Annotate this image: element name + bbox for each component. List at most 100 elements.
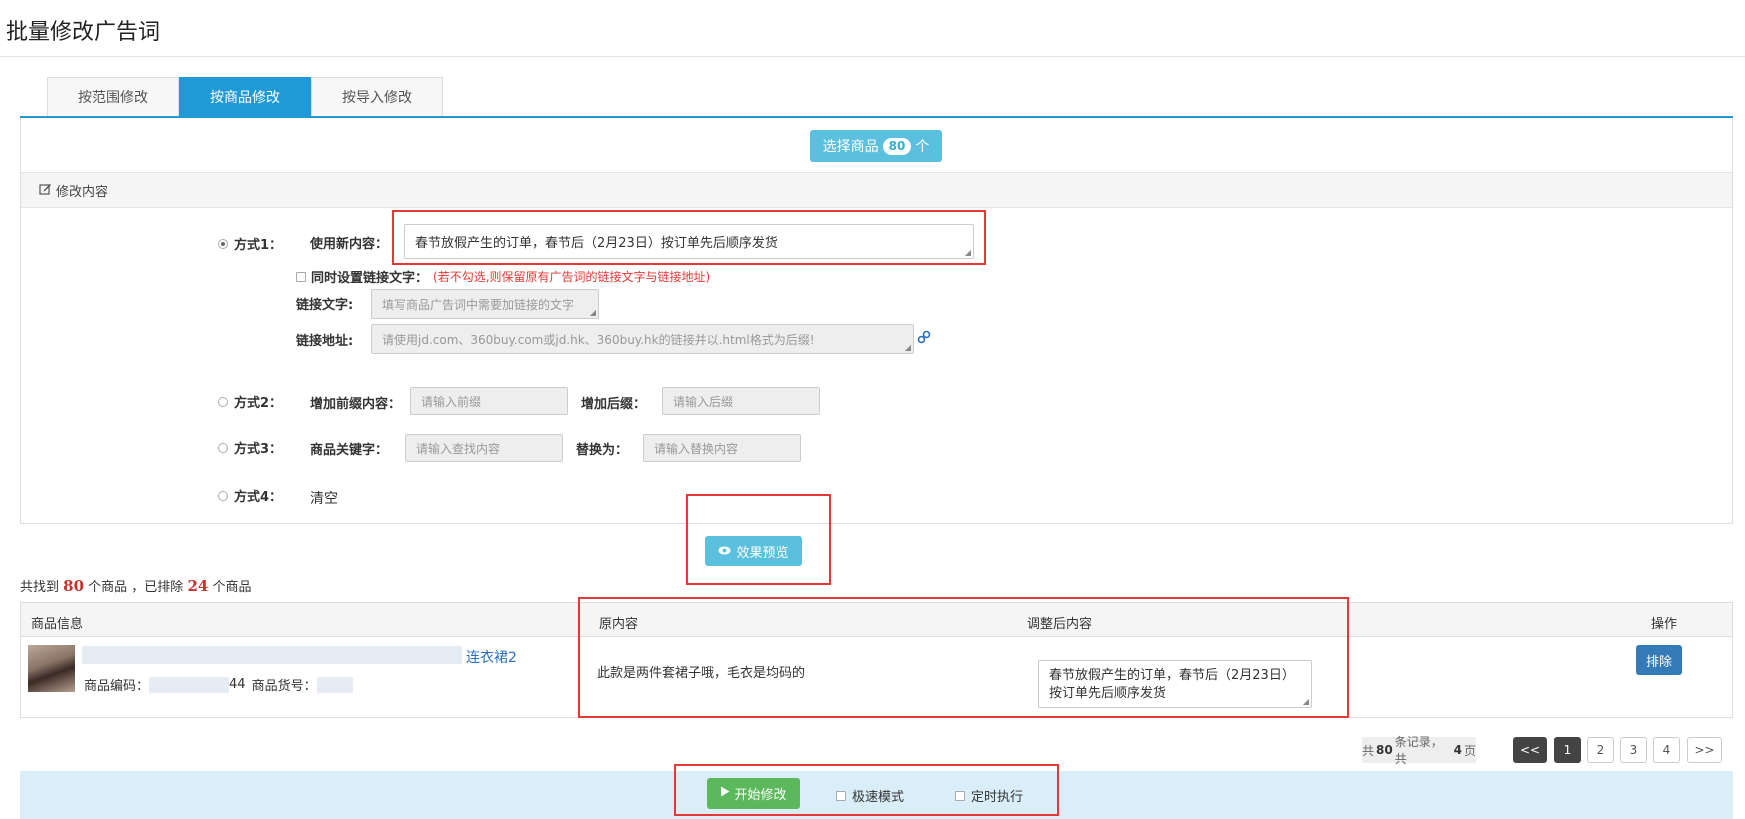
method2-option[interactable]: 方式2： <box>218 392 282 411</box>
th-info: 商品信息 <box>31 617 84 632</box>
start-label: 开始修改 <box>734 788 787 803</box>
tab-import[interactable]: 按导入修改 <box>311 77 443 117</box>
link-text-label: 链接文字: <box>296 298 354 313</box>
method1-radio[interactable] <box>218 238 228 249</box>
method4-radio[interactable] <box>218 490 228 501</box>
tab-range[interactable]: 按范围修改 <box>47 77 179 117</box>
code-label: 商品编码： <box>84 679 150 694</box>
pg-total-prefix: 共 <box>1362 743 1375 758</box>
fast-mode-checkbox[interactable] <box>836 790 846 801</box>
replace-input[interactable]: 请输入替换内容 <box>643 434 801 462</box>
select-goods-label: 选择商品 <box>822 139 879 155</box>
preview-label: 效果预览 <box>736 545 789 561</box>
exclude-button[interactable]: 排除 <box>1636 645 1682 675</box>
page-2-button[interactable]: 2 <box>1587 737 1614 763</box>
pg-total-records: 80 <box>1376 743 1393 757</box>
keyword-input[interactable]: 请输入查找内容 <box>405 434 563 462</box>
replace-placeholder: 请输入替换内容 <box>654 441 739 456</box>
resize-handle-icon[interactable]: ◢ <box>965 249 971 257</box>
resize-handle-icon[interactable]: ◢ <box>1303 698 1309 706</box>
excluded-count: 24 <box>187 577 209 595</box>
scheduled-option[interactable]: 定时执行 <box>955 786 1023 805</box>
summary-prefix: 共找到 <box>20 580 60 595</box>
select-goods-unit: 个 <box>915 139 930 155</box>
page-1-button[interactable]: 1 <box>1554 737 1581 763</box>
product-codes: 商品编码： 44 商品货号： <box>84 675 353 694</box>
pg-total-pages: 4 <box>1453 743 1462 757</box>
method3-radio[interactable] <box>218 442 228 453</box>
tab-bar: 按范围修改 按商品修改 按导入修改 <box>47 77 443 117</box>
scheduled-label: 定时执行 <box>971 790 1024 805</box>
link-hint: (若不勾选,则保留原有广告词的链接文字与链接地址) <box>433 270 711 284</box>
link-url-placeholder: 请使用jd.com、360buy.com或jd.hk、360buy.hk的链接并… <box>382 332 815 347</box>
sku-redacted <box>316 676 353 693</box>
code-redacted <box>149 676 230 693</box>
link-text-field[interactable]: 填写商品广告词中需要加链接的文字 ◢ <box>371 289 599 319</box>
pg-pages-unit: 页 <box>1463 743 1476 758</box>
link-text-placeholder: 填写商品广告词中需要加链接的文字 <box>382 297 575 312</box>
summary-suffix: 个商品 <box>212 580 252 595</box>
new-content-label: 使用新内容： <box>310 237 389 252</box>
page-last-button[interactable]: >> <box>1687 737 1722 763</box>
resize-handle-icon[interactable]: ◢ <box>590 309 596 317</box>
suffix-label: 增加后缀： <box>581 397 647 412</box>
method3-label: 方式3： <box>234 442 283 457</box>
play-icon <box>720 786 730 801</box>
code-tail: 44 <box>229 677 246 692</box>
adjusted-content-field[interactable]: 春节放假产生的订单，春节后（2月23日）按订单先后顺序发货 ◢ <box>1038 660 1312 708</box>
method2-label: 方式2： <box>234 396 283 411</box>
method3-option[interactable]: 方式3： <box>218 438 282 457</box>
prefix-placeholder: 请输入前缀 <box>421 394 482 409</box>
method4-label: 方式4： <box>234 490 283 505</box>
sku-label: 商品货号： <box>251 679 317 694</box>
product-title-redacted <box>82 646 462 664</box>
suffix-placeholder: 请输入后缀 <box>673 394 734 409</box>
keyword-placeholder: 请输入查找内容 <box>416 441 501 456</box>
pg-records-unit: 条记录，共 <box>1394 735 1443 766</box>
th-action: 操作 <box>1651 617 1678 632</box>
clear-label: 清空 <box>310 491 338 507</box>
prefix-input[interactable]: 请输入前缀 <box>410 387 568 415</box>
pagination-info: 共 80 条记录，共 4 页 <box>1362 735 1476 766</box>
scheduled-checkbox[interactable] <box>955 790 965 801</box>
prefix-label: 增加前缀内容： <box>310 397 402 412</box>
method4-option[interactable]: 方式4： <box>218 486 282 505</box>
original-content: 此款是两件套裙子哦，毛衣是均码的 <box>597 666 806 681</box>
page-title: 批量修改广告词 <box>6 20 161 45</box>
product-title-link[interactable]: 连衣裙2 <box>466 647 517 667</box>
new-content-field[interactable]: 春节放假产生的订单，春节后（2月23日）按订单先后顺序发货 ◢ <box>404 224 974 259</box>
section-title: 修改内容 <box>56 184 109 200</box>
select-goods-button[interactable]: 选择商品 80 个 <box>810 130 942 162</box>
edit-icon <box>39 182 52 199</box>
preview-button[interactable]: 效果预览 <box>705 536 802 566</box>
adjusted-content: 春节放假产生的订单，春节后（2月23日）按订单先后顺序发货 <box>1049 668 1295 701</box>
title-divider <box>0 56 1745 57</box>
replace-label: 替换为： <box>576 443 629 458</box>
eye-icon <box>718 544 731 559</box>
keyword-label: 商品关键字： <box>310 443 389 458</box>
found-count: 80 <box>63 577 85 595</box>
section-header: 修改内容 <box>21 172 1732 208</box>
page-4-button[interactable]: 4 <box>1653 737 1680 763</box>
resize-handle-icon[interactable]: ◢ <box>905 344 911 352</box>
tab-goods[interactable]: 按商品修改 <box>179 77 311 117</box>
new-content-value: 春节放假产生的订单，春节后（2月23日）按订单先后顺序发货 <box>415 236 778 251</box>
fast-mode-option[interactable]: 极速模式 <box>836 786 904 805</box>
link-icon[interactable] <box>917 330 931 348</box>
page-3-button[interactable]: 3 <box>1620 737 1647 763</box>
fast-mode-label: 极速模式 <box>852 790 905 805</box>
suffix-input[interactable]: 请输入后缀 <box>662 387 820 415</box>
link-option[interactable]: 同时设置链接文字： (若不勾选,则保留原有广告词的链接文字与链接地址) <box>296 267 710 286</box>
goods-count-badge: 80 <box>882 137 912 155</box>
link-url-field[interactable]: 请使用jd.com、360buy.com或jd.hk、360buy.hk的链接并… <box>371 324 914 354</box>
link-checkbox[interactable] <box>296 271 306 282</box>
page-first-button[interactable]: << <box>1513 737 1547 763</box>
method1-label: 方式1： <box>234 238 283 253</box>
link-checkbox-label: 同时设置链接文字： <box>311 271 429 286</box>
method2-radio[interactable] <box>218 396 228 407</box>
product-thumbnail[interactable] <box>28 645 75 692</box>
method1-option[interactable]: 方式1： <box>218 234 282 253</box>
result-summary: 共找到 80 个商品 ，已排除 24 个商品 <box>20 576 251 595</box>
summary-mid: 个商品 ，已排除 <box>88 580 184 595</box>
start-button[interactable]: 开始修改 <box>707 778 800 809</box>
